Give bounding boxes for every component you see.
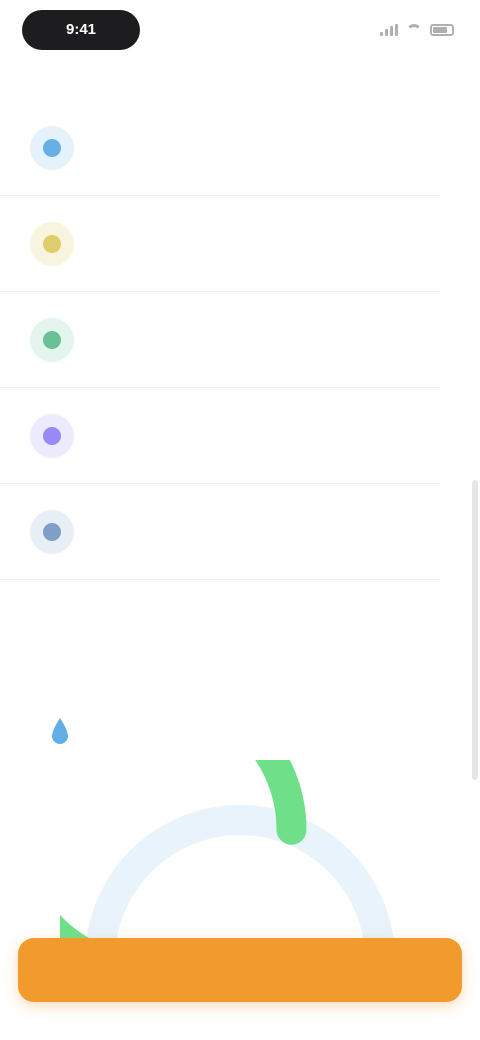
blue-circle-icon [43, 138, 61, 157]
yellow-circle-icon [43, 234, 61, 253]
signal-icon [380, 24, 398, 36]
primary-action-button[interactable] [18, 938, 462, 1002]
list-item-icon-4 [30, 509, 74, 554]
status-bar: 9:41 [0, 0, 480, 64]
status-time: 9:41 [22, 10, 140, 50]
list-item[interactable] [0, 388, 440, 484]
purple-circle-icon [43, 426, 61, 445]
detail-row [40, 706, 440, 756]
option-list [0, 100, 480, 580]
battery-icon [430, 24, 454, 36]
slate-circle-icon [43, 522, 61, 541]
list-item-icon-1 [30, 221, 74, 266]
list-item-icon-2 [30, 317, 74, 362]
scrollbar[interactable] [472, 480, 478, 780]
status-icons [380, 18, 454, 42]
green-circle-icon [43, 330, 61, 349]
list-item[interactable] [0, 196, 440, 292]
list-item-icon-0 [30, 125, 74, 170]
list-item[interactable] [0, 292, 440, 388]
list-item-icon-3 [30, 413, 74, 458]
list-item[interactable] [0, 484, 440, 580]
drop-icon [40, 706, 80, 756]
list-item[interactable] [0, 100, 440, 196]
wifi-icon [406, 24, 422, 36]
